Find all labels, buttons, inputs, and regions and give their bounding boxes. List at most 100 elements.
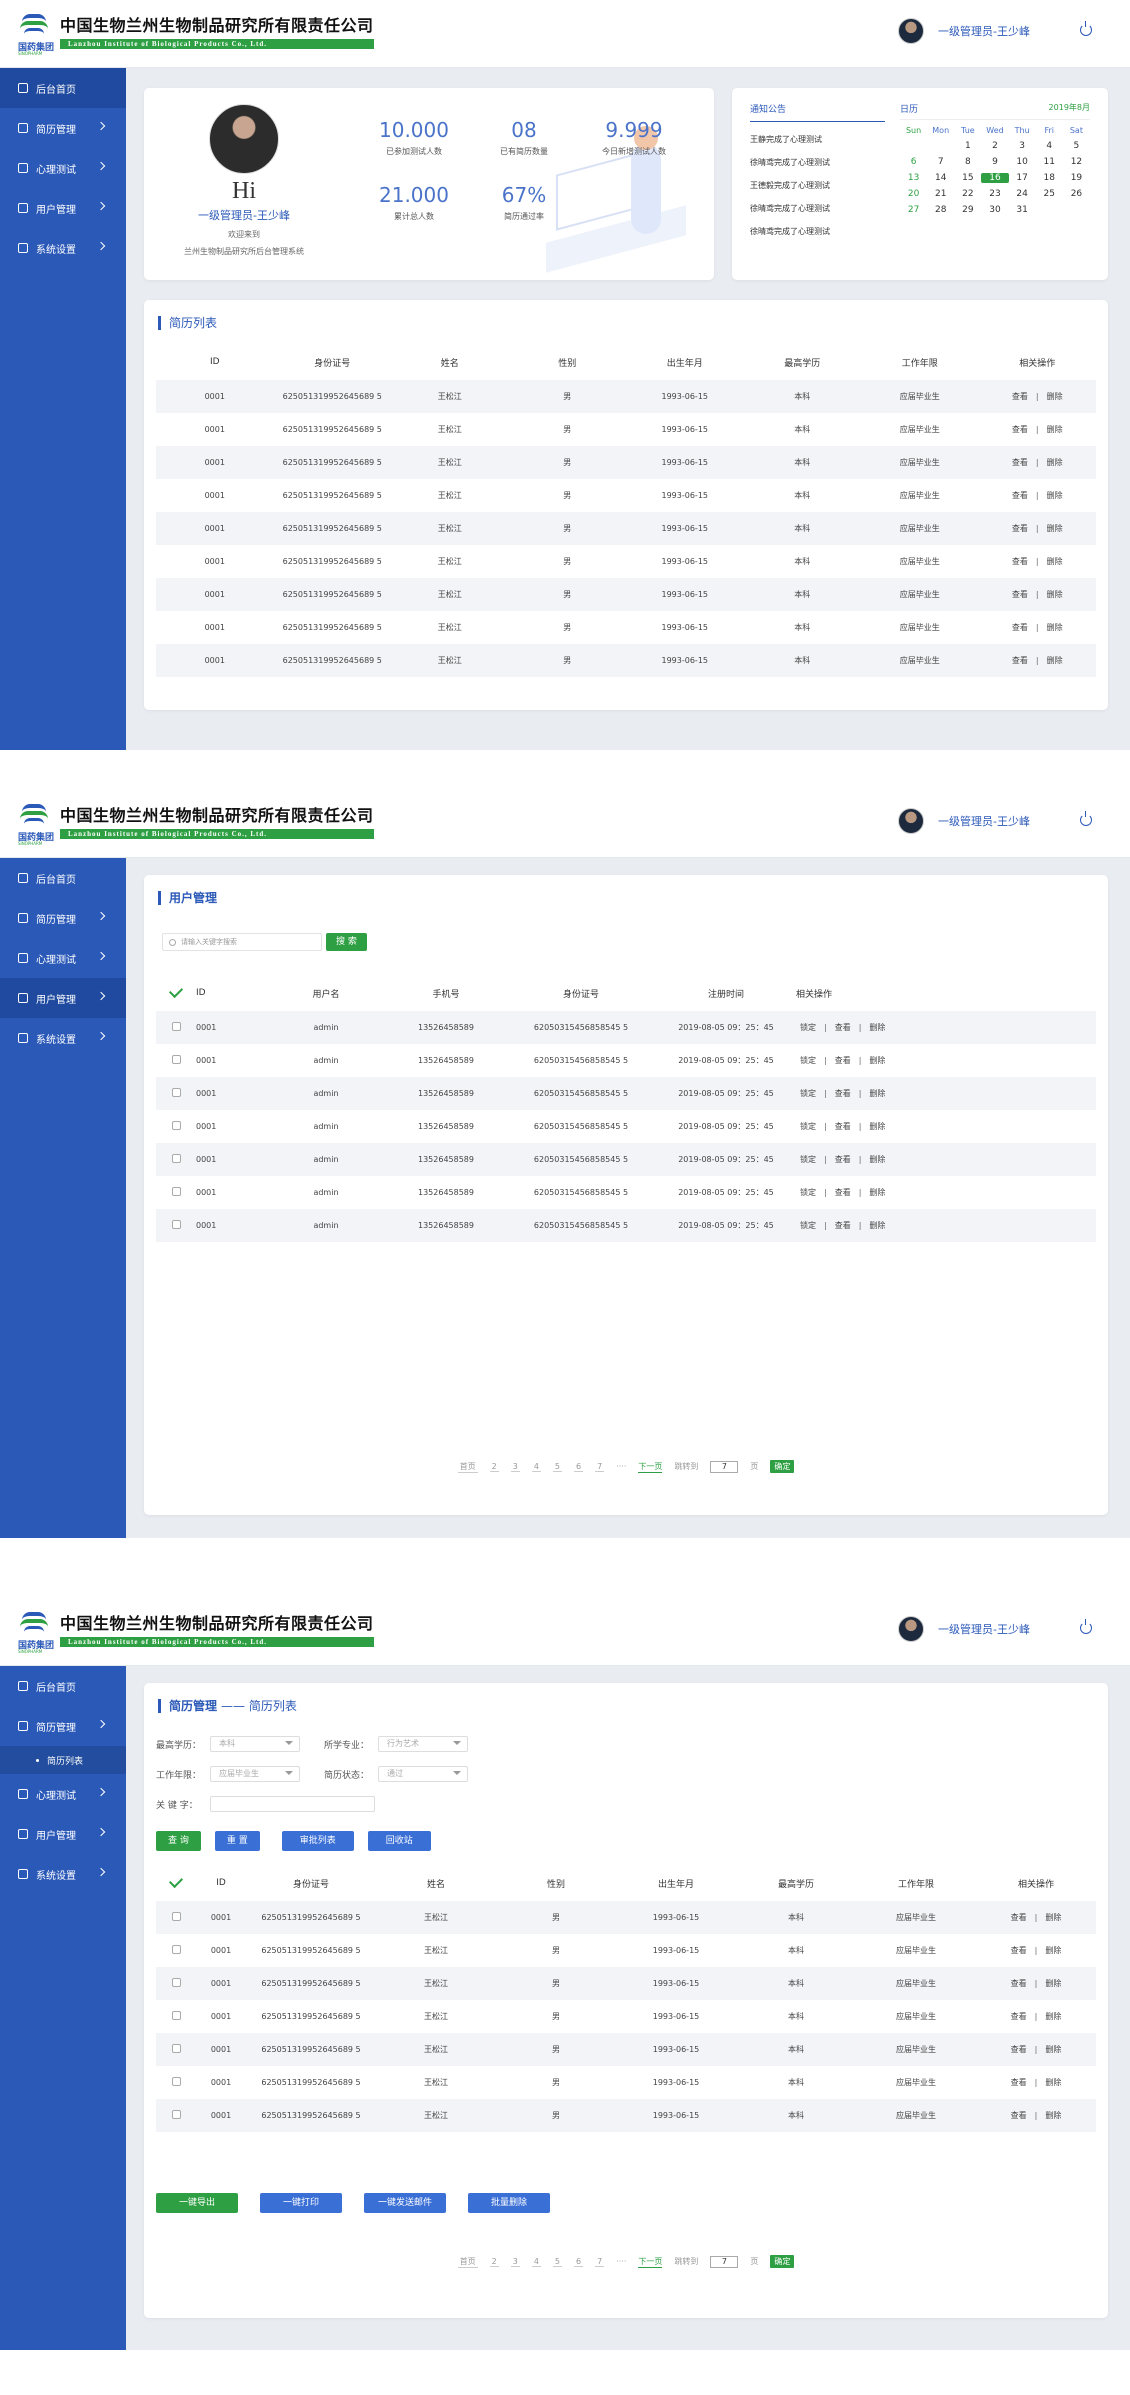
calendar-day[interactable]: 10 <box>1009 157 1036 167</box>
list-item[interactable]: 王德毅完成了心理测试 <box>750 180 880 203</box>
calendar-day[interactable]: 5 <box>1063 141 1090 151</box>
checkbox[interactable] <box>171 1220 181 1229</box>
sidebar-item-home[interactable]: 后台首页 <box>0 1666 126 1706</box>
page-link[interactable]: 3 <box>510 2257 520 2267</box>
calendar-day[interactable]: 16 <box>981 173 1009 183</box>
action-2[interactable]: 删除 <box>869 1188 885 1197</box>
action-0[interactable]: 查看 <box>1012 623 1028 632</box>
checkbox[interactable] <box>171 2110 181 2119</box>
calendar-day[interactable]: 30 <box>981 205 1008 215</box>
action-0[interactable]: 查看 <box>1011 2045 1027 2054</box>
action-1[interactable]: 删除 <box>1045 2078 1061 2087</box>
calendar-day[interactable]: 12 <box>1063 157 1090 167</box>
sidebar-item-home[interactable]: 后台首页 <box>0 858 126 898</box>
checkbox[interactable] <box>171 1022 181 1031</box>
action-0[interactable]: 查看 <box>1012 524 1028 533</box>
action-2[interactable]: 删除 <box>869 1023 885 1032</box>
action-2[interactable]: 删除 <box>869 1089 885 1098</box>
sidebar-item-psych[interactable]: 心理测试 <box>0 938 126 978</box>
calendar-day[interactable]: 15 <box>954 173 981 183</box>
calendar-day[interactable]: 11 <box>1036 157 1063 167</box>
page-link[interactable]: 7 <box>595 2257 605 2267</box>
calendar-day[interactable]: 23 <box>981 189 1008 199</box>
calendar-day[interactable]: 2 <box>981 141 1008 151</box>
action-1[interactable]: 删除 <box>1045 1979 1061 1988</box>
sidebar-item-settings[interactable]: 系统设置 <box>0 228 126 268</box>
page-link[interactable]: 3 <box>510 1462 520 1472</box>
action-0[interactable]: 查看 <box>1011 2012 1027 2021</box>
calendar-day[interactable]: 18 <box>1036 173 1063 183</box>
action-0[interactable]: 锁定 <box>800 1056 816 1065</box>
action-1[interactable]: 删除 <box>1047 524 1063 533</box>
list-item[interactable]: 王静完成了心理测试 <box>750 134 880 157</box>
power-icon[interactable] <box>1080 1619 1092 1634</box>
action-2[interactable]: 删除 <box>869 1221 885 1230</box>
action-1[interactable]: 删除 <box>1047 425 1063 434</box>
approval-list-button[interactable]: 审批列表 <box>281 1831 354 1851</box>
row-checkbox[interactable] <box>156 1011 196 1044</box>
row-checkbox[interactable] <box>156 2066 196 2099</box>
action-0[interactable]: 查看 <box>1012 425 1028 434</box>
action-1[interactable]: 查看 <box>835 1056 851 1065</box>
action-1[interactable]: 删除 <box>1047 392 1063 401</box>
row-checkbox[interactable] <box>156 1901 196 1934</box>
action-1[interactable]: 删除 <box>1045 1913 1061 1922</box>
sidebar-item-users[interactable]: 用户管理 <box>0 978 126 1018</box>
select-all-checkbox[interactable] <box>156 1865 196 1901</box>
action-1[interactable]: 删除 <box>1047 656 1063 665</box>
checkbox[interactable] <box>171 2044 181 2053</box>
action-0[interactable]: 锁定 <box>800 1023 816 1032</box>
action-1[interactable]: 查看 <box>835 1089 851 1098</box>
calendar-day[interactable]: 14 <box>927 173 954 183</box>
list-item[interactable]: 徐晴鸢完成了心理测试 <box>750 203 880 226</box>
company-logo[interactable]: 国药集团 SINOPHARM 中国生物兰州生物制品研究所有限责任公司 Lanzh… <box>18 802 374 846</box>
calendar-day[interactable]: 19 <box>1063 173 1090 183</box>
list-item[interactable]: 徐晴鸢完成了心理测试 <box>750 157 880 180</box>
action-0[interactable]: 查看 <box>1012 458 1028 467</box>
list-item[interactable]: 徐晴鸢完成了心理测试 <box>750 226 880 249</box>
action-0[interactable]: 锁定 <box>800 1221 816 1230</box>
calendar-day[interactable]: 29 <box>954 205 981 215</box>
confirm-button[interactable]: 确定 <box>770 2255 795 2268</box>
page-link[interactable]: 6 <box>574 2257 584 2267</box>
checkbox[interactable] <box>171 1055 181 1064</box>
years-select[interactable]: 应届毕业生 <box>210 1766 300 1782</box>
select-all-checkbox[interactable] <box>156 975 196 1011</box>
action-1[interactable]: 删除 <box>1045 2012 1061 2021</box>
page-link[interactable]: 5 <box>552 2257 562 2267</box>
user-name[interactable]: 一级管理员-王少峰 <box>938 813 1030 829</box>
action-0[interactable]: 查看 <box>1012 557 1028 566</box>
action-0[interactable]: 查看 <box>1011 2078 1027 2087</box>
action-0[interactable]: 锁定 <box>800 1089 816 1098</box>
page-input[interactable]: 7 <box>710 1460 739 1473</box>
sidebar-item-resume[interactable]: 简历管理 <box>0 108 126 148</box>
calendar-day[interactable]: 1 <box>954 141 981 151</box>
sidebar-item-resume[interactable]: 简历管理 <box>0 898 126 938</box>
sidebar-item-psych[interactable]: 心理测试 <box>0 148 126 188</box>
calendar-day[interactable]: 8 <box>954 157 981 167</box>
action-0[interactable]: 锁定 <box>800 1122 816 1131</box>
page-link[interactable]: 2 <box>489 2257 499 2267</box>
action-2[interactable]: 删除 <box>869 1155 885 1164</box>
row-checkbox[interactable] <box>156 1044 196 1077</box>
company-logo[interactable]: 国药集团 SINOPHARM 中国生物兰州生物制品研究所有限责任公司 Lanzh… <box>18 1610 374 1654</box>
reset-button[interactable]: 重 置 <box>214 1831 260 1851</box>
next-page-link[interactable]: 下一页 <box>638 1461 663 1473</box>
sidebar-subitem-resume-list[interactable]: 简历列表 <box>0 1746 126 1774</box>
recycle-bin-button[interactable]: 回收站 <box>367 1831 431 1851</box>
sidebar-item-users[interactable]: 用户管理 <box>0 188 126 228</box>
calendar-day[interactable]: 6 <box>900 157 927 167</box>
checkbox[interactable] <box>171 1945 181 1954</box>
action-1[interactable]: 删除 <box>1047 458 1063 467</box>
major-select[interactable]: 行为艺术 <box>378 1736 468 1752</box>
next-page-link[interactable]: 下一页 <box>638 2256 663 2268</box>
user-name[interactable]: 一级管理员-王少峰 <box>938 23 1030 39</box>
avatar[interactable] <box>898 18 925 44</box>
power-icon[interactable] <box>1080 811 1092 826</box>
company-logo[interactable]: 国药集团 SINOPHARM 中国生物兰州生物制品研究所有限责任公司 Lanzh… <box>18 12 374 56</box>
calendar-day[interactable]: 22 <box>954 189 981 199</box>
checkbox[interactable] <box>171 1154 181 1163</box>
calendar-day[interactable]: 13 <box>900 173 927 183</box>
calendar-day[interactable]: 24 <box>1009 189 1036 199</box>
page-link[interactable]: 6 <box>574 1462 584 1472</box>
